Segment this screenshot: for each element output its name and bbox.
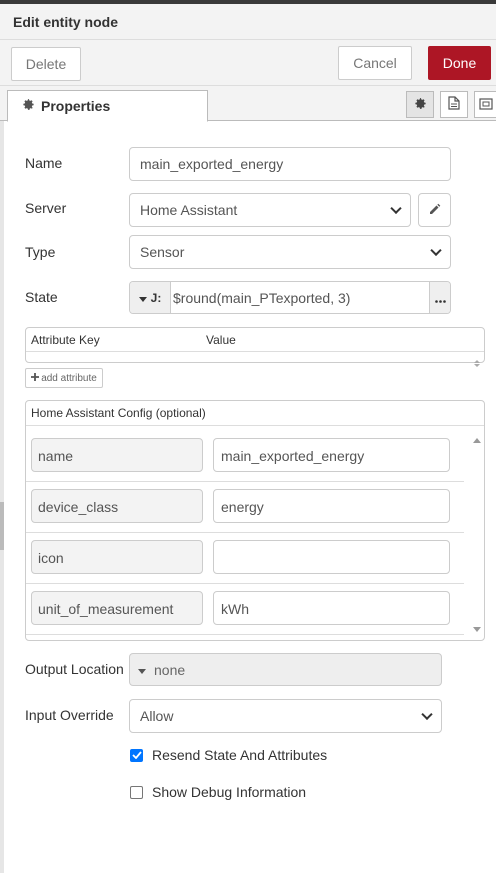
resend-state-label: Resend State And Attributes <box>152 747 328 763</box>
scroll-up-icon[interactable] <box>473 431 481 447</box>
config-value-input[interactable]: main_exported_energy <box>213 438 450 472</box>
resend-state-row: Resend State And Attributes <box>130 747 327 763</box>
gear-icon <box>22 98 35 114</box>
attribute-key-header: Attribute Key <box>31 333 100 347</box>
attributes-header: Attribute Key Value <box>26 328 484 352</box>
name-input[interactable]: main_exported_energy <box>129 147 451 181</box>
scroll-down-icon[interactable] <box>473 620 481 636</box>
caret-down-icon <box>138 662 146 678</box>
state-input[interactable]: $round(main_PTexported, 3) <box>173 290 350 306</box>
state-expand-button[interactable] <box>429 282 450 313</box>
plus-icon <box>31 372 40 384</box>
tab-settings[interactable] <box>406 91 434 118</box>
cancel-button[interactable]: Cancel <box>338 46 412 80</box>
ha-config-header: Home Assistant Config (optional) <box>26 401 484 426</box>
dialog-toolbar: Delete Cancel Done <box>0 40 496 86</box>
pencil-icon <box>429 202 441 218</box>
list-item: device_class energy <box>26 482 464 533</box>
show-debug-checkbox[interactable] <box>130 785 143 799</box>
frame-icon <box>479 97 493 113</box>
config-key-field: icon <box>31 540 203 574</box>
add-attribute-button[interactable]: add attribute <box>25 368 103 388</box>
delete-button[interactable]: Delete <box>11 47 81 81</box>
resize-arrows-icon[interactable] <box>474 354 480 370</box>
server-label: Server <box>25 200 67 216</box>
show-debug-label: Show Debug Information <box>152 784 307 800</box>
list-item: name main_exported_energy <box>26 431 464 482</box>
tab-properties[interactable]: Properties <box>7 90 208 122</box>
output-location-label: Output Location <box>25 661 124 677</box>
output-location-value: none <box>154 661 186 678</box>
type-select[interactable]: Sensor <box>129 235 451 269</box>
check-icon <box>131 751 142 759</box>
ha-config-list: Home Assistant Config (optional) name ma… <box>25 400 485 641</box>
server-select[interactable]: Home Assistant <box>129 193 411 227</box>
resize-handle[interactable] <box>0 502 4 550</box>
state-label: State <box>25 289 58 305</box>
state-type-selector[interactable]: J: <box>130 282 171 313</box>
tab-description[interactable] <box>440 91 468 118</box>
resend-state-checkbox[interactable] <box>130 748 143 762</box>
config-value-input[interactable] <box>213 540 450 574</box>
show-debug-row: Show Debug Information <box>130 784 306 800</box>
output-location-input[interactable]: none <box>129 653 442 686</box>
caret-down-icon <box>138 290 147 306</box>
ha-config-scrollbar[interactable] <box>473 431 481 636</box>
tab-appearance[interactable] <box>474 91 496 118</box>
ellipsis-icon <box>434 290 446 306</box>
edit-server-button[interactable] <box>418 193 451 227</box>
state-typed-input: J: $round(main_PTexported, 3) <box>129 281 451 314</box>
document-icon <box>448 96 460 113</box>
input-override-label: Input Override <box>25 707 114 723</box>
tab-properties-label: Properties <box>41 98 111 114</box>
name-label: Name <box>25 155 63 171</box>
config-key-field: unit_of_measurement <box>31 591 203 625</box>
attribute-value-header: Value <box>206 333 236 347</box>
tab-bar: Properties <box>0 86 496 122</box>
list-item: unit_of_measurement kWh <box>26 584 464 635</box>
config-key-field: name <box>31 438 203 472</box>
gear-icon <box>414 97 427 113</box>
type-label: Type <box>25 244 56 260</box>
done-button[interactable]: Done <box>428 46 491 80</box>
input-override-select[interactable]: Allow <box>129 699 442 733</box>
left-edge <box>0 121 4 873</box>
jsonata-type-label: J: <box>150 290 162 305</box>
config-value-input[interactable]: energy <box>213 489 450 523</box>
config-key-field: device_class <box>31 489 203 523</box>
attributes-list: Attribute Key Value <box>25 327 485 367</box>
dialog-title: Edit entity node <box>0 4 496 40</box>
add-attribute-label: add attribute <box>41 372 97 384</box>
list-item: icon <box>26 533 464 584</box>
config-value-input[interactable]: kWh <box>213 591 450 625</box>
